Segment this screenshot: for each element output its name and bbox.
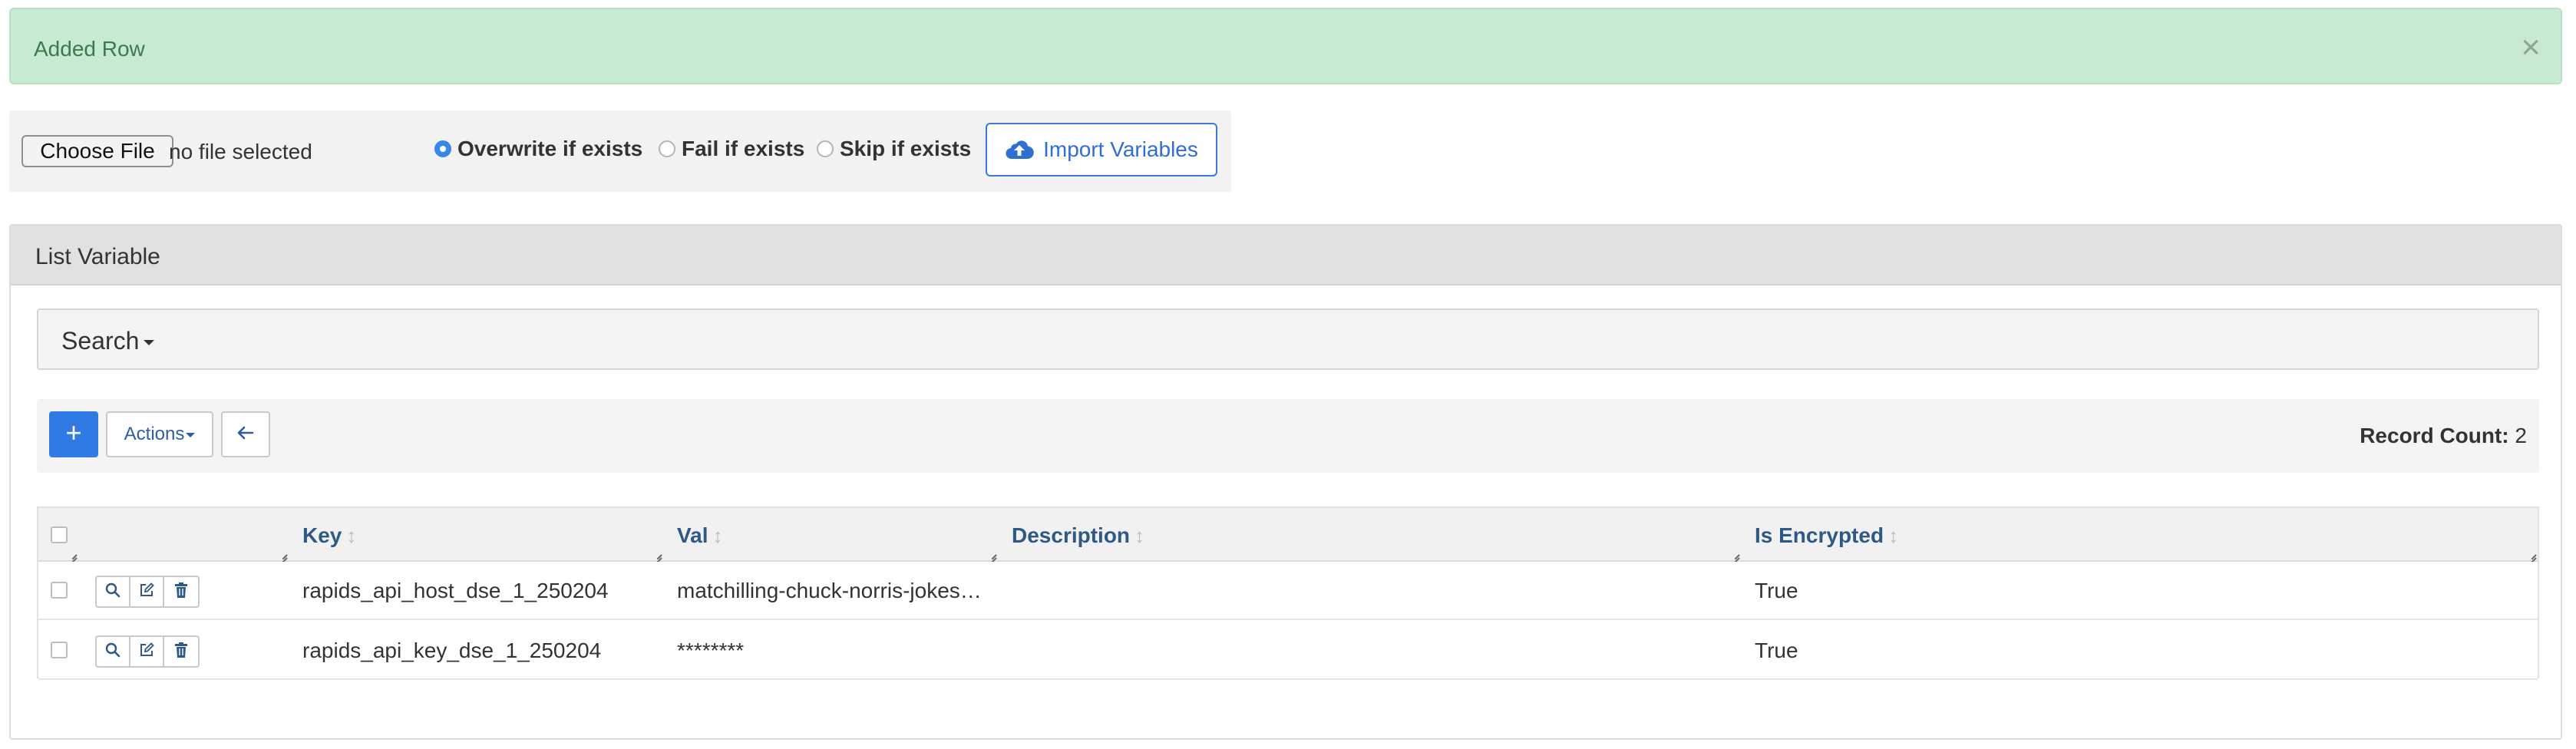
table-row: rapids_api_host_dse_1_250204 matchilling…: [38, 562, 2538, 620]
column-header-is-encrypted[interactable]: Is Encrypted ↕: [1755, 523, 1898, 548]
radio-button-fail[interactable]: [659, 140, 675, 157]
column-resize-handle[interactable]: [2525, 548, 2536, 559]
sort-icon: ↕: [1888, 523, 1899, 547]
sort-icon: ↕: [712, 523, 723, 547]
edit-button[interactable]: [130, 577, 164, 606]
edit-icon: [139, 642, 154, 662]
file-status-text: no file selected: [169, 140, 312, 163]
panel-heading: List Variable: [11, 226, 2561, 285]
trash-icon: [174, 582, 188, 602]
row-actions: [95, 576, 200, 608]
import-variables-button[interactable]: Import Variables: [986, 123, 1217, 177]
cell-is-encrypted: True: [1755, 579, 1798, 602]
search-icon: [105, 642, 121, 662]
column-header-description-label: Description: [1012, 523, 1131, 547]
edit-button[interactable]: [130, 637, 164, 666]
radio-label-fail: Fail if exists: [682, 137, 805, 160]
arrow-left-icon: [237, 426, 254, 444]
record-count-value: 2: [2515, 424, 2527, 447]
choose-file-button[interactable]: Choose File: [21, 135, 173, 167]
actions-label: Actions: [124, 424, 185, 444]
table-toolbar: + Actions Record Count: 2: [37, 399, 2539, 473]
column-resize-handle[interactable]: [1729, 548, 1739, 559]
column-header-is-encrypted-label: Is Encrypted: [1755, 523, 1884, 547]
import-bar: Choose File no file selected Overwrite i…: [9, 111, 1231, 192]
column-header-key-label: Key: [302, 523, 342, 547]
variables-table: Key ↕ Val ↕ Description ↕ Is Encrypted ↕: [37, 506, 2539, 680]
radio-fail[interactable]: Fail if exists: [659, 134, 804, 164]
record-count-label: Record Count:: [2360, 424, 2509, 447]
alert-message: Added Row: [34, 37, 145, 61]
add-record-button[interactable]: +: [49, 411, 98, 457]
search-icon: [105, 582, 121, 602]
delete-button[interactable]: [164, 577, 198, 606]
caret-down-icon: [144, 340, 155, 346]
radio-button-overwrite[interactable]: [434, 140, 451, 157]
search-label: Search: [61, 327, 140, 355]
trash-icon: [174, 642, 188, 662]
cloud-upload-icon: [1005, 137, 1034, 163]
radio-label-overwrite: Overwrite if exists: [457, 137, 643, 160]
table-header: Key ↕ Val ↕ Description ↕ Is Encrypted ↕: [38, 508, 2538, 562]
row-checkbox[interactable]: [51, 582, 68, 599]
column-resize-handle[interactable]: [66, 548, 77, 559]
column-resize-handle[interactable]: [651, 548, 662, 559]
view-button[interactable]: [97, 637, 130, 666]
panel-title: List Variable: [35, 244, 160, 269]
search-toggle[interactable]: Search: [61, 327, 155, 355]
record-count: Record Count: 2: [2360, 424, 2527, 448]
row-actions: [95, 635, 200, 668]
column-header-val-label: Val: [677, 523, 708, 547]
caret-down-icon: [186, 432, 196, 437]
delete-button[interactable]: [164, 637, 198, 666]
sort-icon: ↕: [1134, 523, 1145, 547]
row-checkbox[interactable]: [51, 642, 68, 658]
radio-label-skip: Skip if exists: [840, 137, 972, 160]
view-button[interactable]: [97, 577, 130, 606]
column-resize-handle[interactable]: [986, 548, 996, 559]
column-header-val[interactable]: Val ↕: [677, 523, 722, 548]
cell-key: rapids_api_key_dse_1_250204: [302, 638, 602, 662]
radio-overwrite[interactable]: Overwrite if exists: [434, 134, 642, 164]
table-row: rapids_api_key_dse_1_250204 ******** Tru…: [38, 622, 2538, 680]
cell-val: matchilling-chuck-norris-jokes-v1.p.rapi…: [677, 579, 983, 602]
search-box: Search: [37, 309, 2539, 370]
select-all-checkbox[interactable]: [51, 526, 68, 543]
cell-key: rapids_api_host_dse_1_250204: [302, 579, 609, 602]
actions-dropdown[interactable]: Actions: [106, 411, 213, 457]
column-header-description[interactable]: Description ↕: [1012, 523, 1144, 548]
radio-skip[interactable]: Skip if exists: [817, 134, 971, 164]
radio-button-skip[interactable]: [817, 140, 834, 157]
import-variables-label: Import Variables: [1043, 137, 1198, 161]
edit-icon: [139, 582, 154, 602]
back-button[interactable]: [221, 411, 270, 457]
list-variable-panel: List Variable Search + Actions Record Co…: [9, 224, 2562, 740]
cell-val: ********: [677, 638, 745, 662]
sort-icon: ↕: [346, 523, 357, 547]
success-alert: Added Row ×: [9, 8, 2562, 84]
column-header-key[interactable]: Key ↕: [302, 523, 356, 548]
close-icon[interactable]: ×: [2521, 31, 2541, 64]
column-resize-handle[interactable]: [276, 548, 287, 559]
cell-is-encrypted: True: [1755, 638, 1798, 662]
